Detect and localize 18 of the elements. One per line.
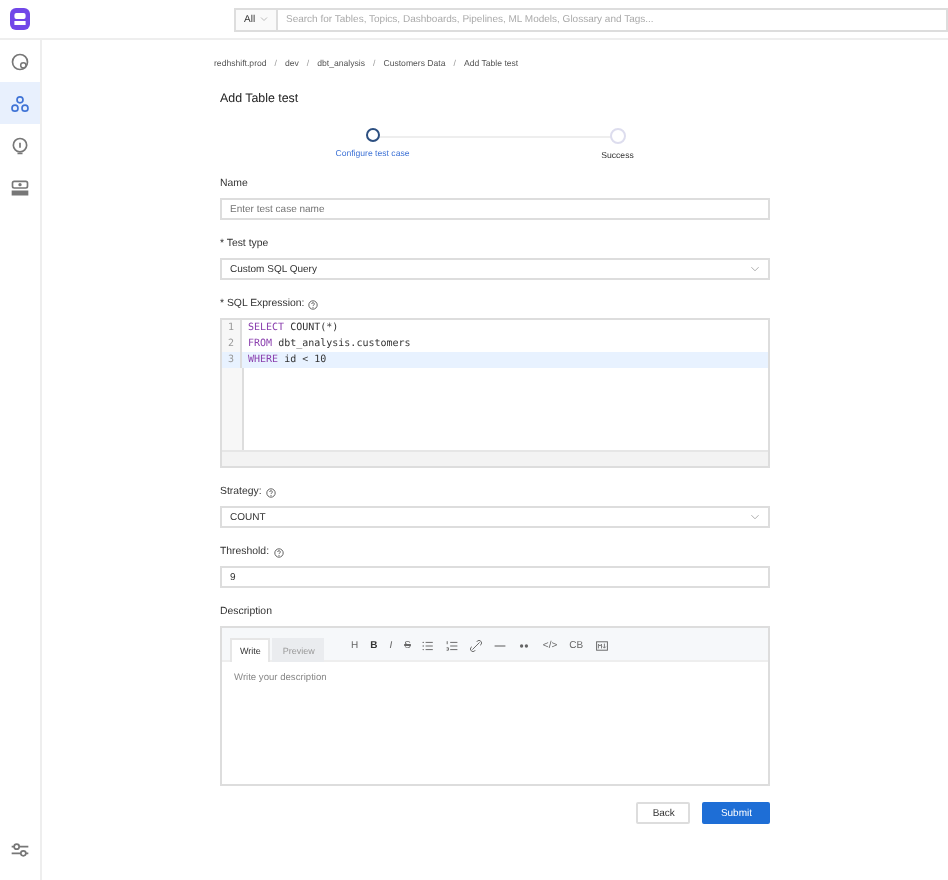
line-icon[interactable] [494, 640, 507, 652]
settings-icon [10, 839, 30, 859]
nav-item[interactable] [0, 82, 40, 124]
line-number-gutter [222, 368, 244, 450]
help-icon [265, 487, 276, 497]
help-icon [273, 547, 284, 557]
markdown-icon[interactable] [595, 640, 608, 652]
scrollbar[interactable] [222, 450, 768, 466]
link-icon[interactable] [470, 640, 483, 652]
quote-icon[interactable] [518, 640, 531, 652]
chevron-icon [750, 514, 760, 520]
chevron-icon [750, 266, 760, 272]
quality-icon [10, 93, 30, 113]
chevron-icon [259, 16, 268, 22]
numbered-list-icon[interactable] [446, 640, 459, 652]
bullet-list-icon[interactable] [422, 640, 435, 652]
logo-icon [10, 8, 30, 30]
help-icon [308, 299, 319, 309]
